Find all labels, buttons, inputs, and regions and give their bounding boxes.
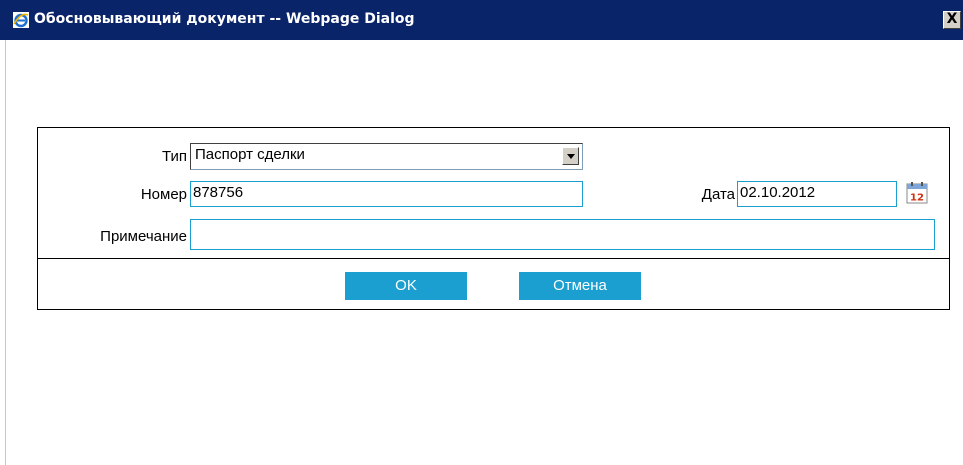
close-icon: X	[946, 11, 958, 27]
cancel-button[interactable]: Отмена	[519, 272, 641, 300]
date-label: Дата	[701, 186, 735, 203]
close-button[interactable]: X	[943, 11, 961, 29]
type-label: Тип	[161, 148, 187, 165]
note-label: Примечание	[100, 228, 187, 245]
window-left-edge	[0, 40, 6, 465]
number-field[interactable]: 878756	[190, 181, 583, 207]
note-field[interactable]	[190, 219, 935, 250]
date-field[interactable]: 02.10.2012	[737, 181, 897, 207]
title-bar: Обосновывающий документ -- Webpage Dialo…	[0, 0, 963, 40]
number-value: 878756	[193, 184, 244, 201]
calendar-day: 12	[910, 193, 924, 204]
type-select[interactable]: Паспорт сделки	[190, 143, 583, 170]
chevron-down-icon[interactable]	[562, 147, 579, 165]
type-select-value: Паспорт сделки	[195, 146, 305, 163]
panel-divider	[38, 258, 949, 259]
number-label: Номер	[140, 186, 187, 203]
ie-icon	[13, 12, 29, 28]
window-title: Обосновывающий документ -- Webpage Dialo…	[34, 11, 415, 27]
ok-button[interactable]: OK	[345, 272, 467, 300]
date-value: 02.10.2012	[740, 184, 816, 201]
calendar-icon[interactable]: 12	[906, 182, 928, 204]
